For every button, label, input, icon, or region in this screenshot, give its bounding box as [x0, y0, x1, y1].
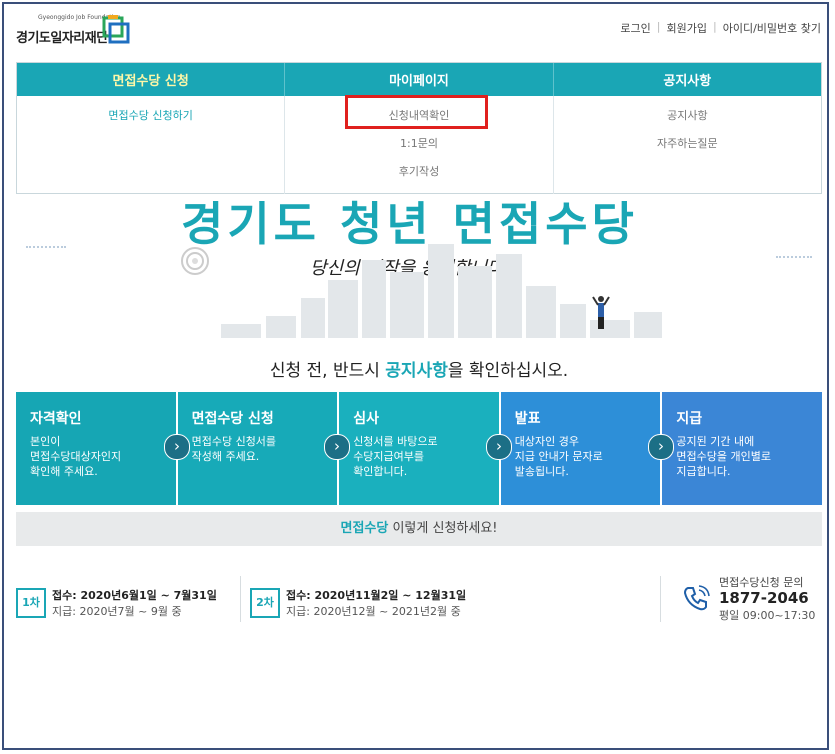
- city-building: [266, 316, 296, 338]
- round-badge: 2차: [250, 588, 280, 618]
- tab-apply[interactable]: 면접수당 신청: [17, 63, 286, 96]
- how-to-apply-bar[interactable]: 면접수당 이렇게 신청하세요!: [16, 512, 822, 546]
- contact-phone[interactable]: 1877-2046: [719, 589, 809, 607]
- city-building: [390, 272, 424, 338]
- schedule-receipt: 접수: 2020년6월1일 ~ 7월31일: [52, 589, 217, 602]
- logo-text: 경기도일자리재단: [16, 31, 108, 46]
- city-building: [458, 266, 492, 338]
- signup-link[interactable]: 회원가입: [667, 20, 707, 36]
- divider: |: [712, 20, 717, 33]
- decor-line: [776, 256, 812, 260]
- city-building: [362, 260, 386, 338]
- menu-item-apply[interactable]: 면접수당 신청하기: [17, 108, 284, 136]
- city-building: [560, 304, 586, 338]
- city-building: [428, 244, 454, 338]
- chevron-right-icon: ›: [648, 434, 674, 460]
- top-links: 로그인 | 회원가입 | 아이디/비밀번호 찾기: [620, 20, 821, 36]
- step-announcement: 발표 대상자인 경우 지급 안내가 문자로 발송됩니다.: [500, 392, 663, 505]
- step-payment: 지급 공지된 기간 내에 면접수당을 개인별로 지급합니다.: [662, 392, 822, 505]
- chevron-right-icon: ›: [324, 434, 350, 460]
- target-icon: [181, 247, 209, 275]
- city-building: [301, 298, 325, 338]
- city-building: [496, 254, 522, 338]
- person-figure-icon: [592, 296, 610, 329]
- how-to-highlight: 면접수당: [340, 521, 389, 536]
- find-account-link[interactable]: 아이디/비밀번호 찾기: [723, 20, 821, 36]
- schedule-payment: 지급: 2020년12월 ~ 2021년2월 중: [286, 605, 461, 618]
- hero-banner: 경기도 청년 면접수당 당신의 시작을 응원합니다. 신청 전, 반드시 공지사…: [16, 180, 822, 380]
- menu-item-notice[interactable]: 공지사항: [554, 108, 821, 136]
- step-desc: 대상자인 경우 지급 안내가 문자로 발송됩니다.: [514, 435, 603, 478]
- step-desc: 신청서를 바탕으로 수당지급여부를 확인합니다.: [353, 435, 438, 478]
- contact-info: 면접수당신청 문의 1877-2046 평일 09:00~17:30: [672, 572, 822, 624]
- tab-notice[interactable]: 공지사항: [554, 63, 821, 96]
- logo-mark-icon: [102, 15, 130, 44]
- step-desc: 공지된 기간 내에 면접수당을 개인별로 지급합니다.: [676, 435, 771, 478]
- schedule-round-2: 2차 접수: 2020년11월2일 ~ 12월31일 지급: 2020년12월 …: [250, 578, 466, 628]
- step-review: 심사 신청서를 바탕으로 수당지급여부를 확인합니다.: [339, 392, 501, 505]
- process-steps: 자격확인 본인이 면접수당대상자인지 확인해 주세요. 면접수당 신청 면접수당…: [16, 392, 822, 505]
- city-building: [526, 286, 556, 338]
- hero-title: 경기도 청년 면접수당: [181, 197, 638, 251]
- notice-pre: 신청 전, 반드시: [269, 361, 386, 380]
- tab-mypage[interactable]: 마이페이지: [285, 63, 554, 96]
- step-title: 자격확인: [30, 411, 82, 427]
- step-title: 면접수당 신청: [191, 411, 274, 427]
- notice-text: 신청 전, 반드시 공지사항을 확인하십시오.: [16, 356, 822, 380]
- step-desc: 본인이 면접수당대상자인지 확인해 주세요.: [30, 435, 122, 478]
- contact-label: 면접수당신청 문의: [719, 576, 804, 589]
- login-link[interactable]: 로그인: [620, 20, 650, 36]
- nav-column-apply: 면접수당 신청하기: [17, 96, 286, 194]
- schedule-payment: 지급: 2020년7월 ~ 9월 중: [52, 605, 182, 618]
- highlight-box: [345, 95, 488, 129]
- schedule-receipt: 접수: 2020년11월2일 ~ 12월31일: [286, 589, 467, 602]
- menu-item-faq[interactable]: 자주하는질문: [554, 136, 821, 164]
- step-eligibility: 자격확인 본인이 면접수당대상자인지 확인해 주세요.: [16, 392, 178, 505]
- chevron-right-icon: ›: [486, 434, 512, 460]
- divider: [660, 576, 661, 622]
- divider: [240, 576, 241, 622]
- schedule-round-1: 1차 접수: 2020년6월1일 ~ 7월31일 지급: 2020년7월 ~ 9…: [16, 578, 217, 628]
- city-building: [634, 312, 662, 338]
- step-desc: 면접수당 신청서를 작성해 주세요.: [191, 435, 277, 463]
- contact-hours: 평일 09:00~17:30: [719, 609, 816, 622]
- nav-header: 면접수당 신청 마이페이지 공지사항: [17, 63, 821, 96]
- menu-item-review[interactable]: 후기작성: [285, 164, 552, 192]
- notice-link[interactable]: 공지사항: [385, 361, 448, 380]
- step-apply: 면접수당 신청 면접수당 신청서를 작성해 주세요.: [177, 392, 340, 505]
- phone-icon: [683, 585, 710, 611]
- decor-line: [26, 246, 66, 250]
- how-to-text: 이렇게 신청하세요!: [388, 521, 498, 536]
- step-title: 지급: [676, 411, 703, 427]
- divider: |: [656, 20, 661, 33]
- nav-column-notice: 공지사항 자주하는질문: [554, 96, 821, 194]
- round-badge: 1차: [16, 588, 46, 618]
- step-title: 발표: [514, 411, 541, 427]
- city-building: [221, 324, 261, 338]
- city-building: [328, 280, 358, 338]
- notice-post: 을 확인하십시오.: [447, 361, 569, 380]
- step-title: 심사: [353, 411, 379, 427]
- menu-item-inquiry[interactable]: 1:1문의: [285, 136, 552, 164]
- chevron-right-icon: ›: [164, 434, 190, 460]
- logo[interactable]: Gyeonggido Job Foundation 경기도일자리재단: [16, 14, 146, 54]
